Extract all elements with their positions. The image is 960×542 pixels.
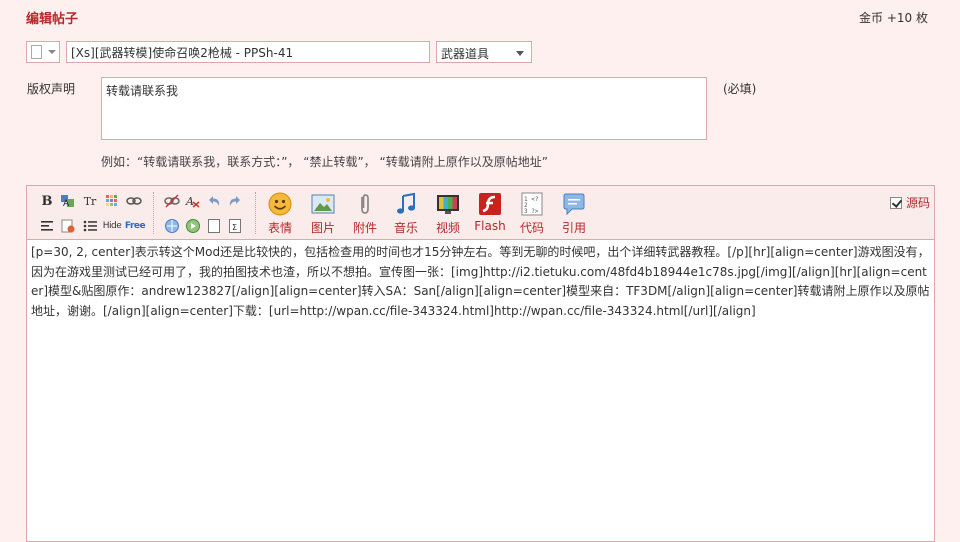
page-icon <box>208 219 220 233</box>
font-color-button[interactable]: A <box>59 192 77 210</box>
copyright-input[interactable]: 转载请联系我 <box>101 77 707 140</box>
image-label: 图片 <box>310 221 335 235</box>
play-circle-icon <box>186 219 200 233</box>
smiley-icon <box>268 192 292 216</box>
toolbar-separator <box>153 192 154 234</box>
remove-format-icon: A <box>185 195 200 208</box>
unlink-button[interactable] <box>163 192 181 210</box>
undo-button[interactable] <box>205 192 223 210</box>
page-break-button[interactable] <box>205 217 223 235</box>
document-icon <box>31 45 42 59</box>
svg-text:A: A <box>185 195 194 208</box>
copyright-label: 版权声明 <box>27 82 76 96</box>
video-icon <box>437 195 459 214</box>
svg-text:A: A <box>63 199 70 209</box>
emoticon-button[interactable]: 表情 <box>263 192 297 236</box>
gold-reward: 金币 +10 枚 <box>859 11 928 25</box>
remove-format-button[interactable]: A <box>184 192 202 210</box>
quote-icon <box>563 193 585 216</box>
list-delete-icon <box>61 219 75 233</box>
quote-label: 引用 <box>561 221 586 235</box>
chevron-down-icon <box>48 50 56 54</box>
chevron-down-icon <box>516 51 524 56</box>
post-title-input[interactable] <box>66 41 430 63</box>
globe-icon <box>165 219 179 233</box>
code-icon: 1 <?23 ?> <box>521 192 543 216</box>
code-label: 代码 <box>519 221 544 235</box>
quote-button[interactable]: 引用 <box>557 192 591 236</box>
emoticon-label: 表情 <box>267 221 292 235</box>
font-color-icon: A <box>61 195 74 209</box>
svg-text:Σ: Σ <box>232 223 237 232</box>
font-size-button[interactable]: Tr <box>81 192 99 210</box>
free-button[interactable]: Free <box>124 217 146 235</box>
toolbar-separator <box>255 192 256 234</box>
source-mode-toggle[interactable]: 源码 <box>889 194 930 211</box>
source-mode-label: 源码 <box>905 196 930 210</box>
attachment-button[interactable]: 附件 <box>348 192 382 236</box>
code-button[interactable]: 1 <? 2 3 ?> 代码 <box>515 192 549 236</box>
link-button[interactable] <box>125 192 143 210</box>
svg-text:3 ?>: 3 ?> <box>524 208 539 215</box>
category-select[interactable]: 武器道具 <box>436 41 532 63</box>
undo-icon <box>209 196 220 206</box>
table-icon <box>106 195 117 206</box>
page-title: 编辑帖子 <box>26 12 79 27</box>
table-button[interactable] <box>103 192 121 210</box>
flash-label: Flash <box>474 219 506 233</box>
index-button[interactable]: Σ <box>226 217 244 235</box>
required-note: (必填) <box>723 82 757 96</box>
editor-content[interactable]: [p=30, 2, center]表示转这个Mod还是比较快的，包括检查用的时间… <box>31 243 931 538</box>
music-label: 音乐 <box>393 221 418 235</box>
align-left-icon <box>41 221 53 231</box>
attachment-label: 附件 <box>352 221 377 235</box>
post-editor: B A Tr Hide Free A Σ 表情 图片 附件 音乐 视频 Flas… <box>26 185 935 542</box>
link-icon <box>126 197 142 205</box>
list-button[interactable] <box>81 217 99 235</box>
attachment-list-button[interactable] <box>59 217 77 235</box>
music-note-icon <box>397 192 415 214</box>
insert-media-button[interactable] <box>163 217 181 235</box>
hide-button[interactable]: Hide <box>100 217 124 235</box>
redo-button[interactable] <box>226 192 244 210</box>
paperclip-icon <box>361 194 369 214</box>
music-button[interactable]: 音乐 <box>389 192 423 236</box>
bold-button[interactable]: B <box>38 192 56 210</box>
document-sigma-icon: Σ <box>229 219 241 233</box>
category-value: 武器道具 <box>441 47 490 61</box>
redo-icon <box>229 196 240 206</box>
video-button[interactable]: 视频 <box>431 192 465 236</box>
insert-video-button[interactable] <box>184 217 202 235</box>
copyright-example-hint: 例如：“转载请联系我，联系方式：”， “禁止转载”， “转载请附上原作以及原帖地… <box>101 155 548 169</box>
flash-icon <box>479 193 501 215</box>
editor-toolbar: B A Tr Hide Free A Σ 表情 图片 附件 音乐 视频 Flas… <box>27 186 934 240</box>
video-label: 视频 <box>435 221 460 235</box>
flash-button[interactable]: Flash <box>473 192 507 236</box>
source-mode-checkbox[interactable] <box>889 196 902 209</box>
post-type-select[interactable] <box>26 41 60 63</box>
align-button[interactable] <box>38 217 56 235</box>
list-icon <box>83 220 97 232</box>
unlink-icon <box>164 194 180 208</box>
image-button[interactable]: 图片 <box>306 192 340 236</box>
image-icon <box>311 194 335 214</box>
